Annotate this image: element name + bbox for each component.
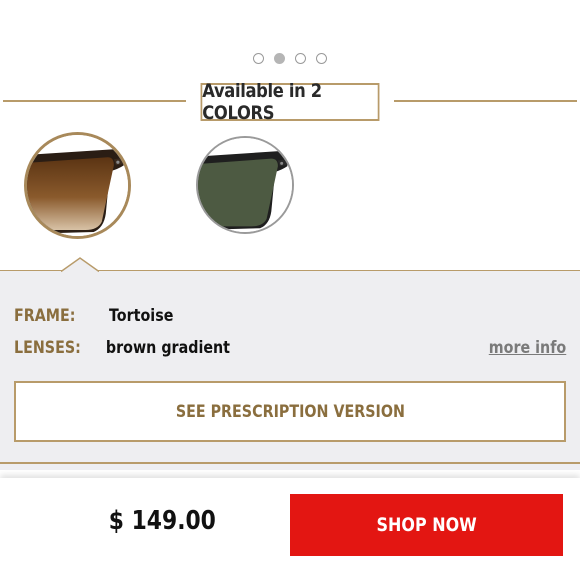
carousel-dot-2[interactable] — [274, 53, 285, 64]
frame-label: FRAME: — [14, 306, 76, 326]
see-prescription-label: SEE PRESCRIPTION VERSION — [175, 401, 405, 422]
section-divider — [0, 462, 580, 464]
lenses-value: brown gradient — [105, 338, 231, 358]
shop-now-label: SHOP NOW — [376, 514, 477, 536]
carousel-dot-1[interactable] — [253, 53, 264, 64]
heading-rule-right — [394, 100, 577, 102]
carousel-dots — [0, 53, 580, 64]
lenses-spec: LENSES: brown gradient — [14, 338, 230, 358]
colors-heading: Available in 2 COLORS — [200, 80, 380, 124]
color-swatch-green[interactable] — [196, 136, 294, 234]
sunglasses-brown-icon — [27, 135, 128, 236]
carousel-dot-3[interactable] — [295, 53, 306, 64]
more-info-link[interactable]: more info — [489, 338, 566, 358]
lenses-label: LENSES: — [14, 338, 81, 358]
price: $ 149.00 — [108, 506, 216, 536]
colors-heading-row: Available in 2 COLORS — [0, 80, 580, 124]
selection-pointer — [61, 257, 99, 273]
shop-now-button[interactable]: SHOP NOW — [290, 494, 563, 556]
see-prescription-button[interactable]: SEE PRESCRIPTION VERSION — [14, 381, 566, 442]
frame-spec: FRAME: Tortoise — [14, 306, 173, 326]
frame-value: Tortoise — [108, 306, 174, 326]
carousel-dot-4[interactable] — [316, 53, 327, 64]
heading-rule-left — [3, 100, 186, 102]
sunglasses-green-icon — [198, 138, 292, 232]
color-swatch-brown[interactable] — [24, 132, 131, 239]
